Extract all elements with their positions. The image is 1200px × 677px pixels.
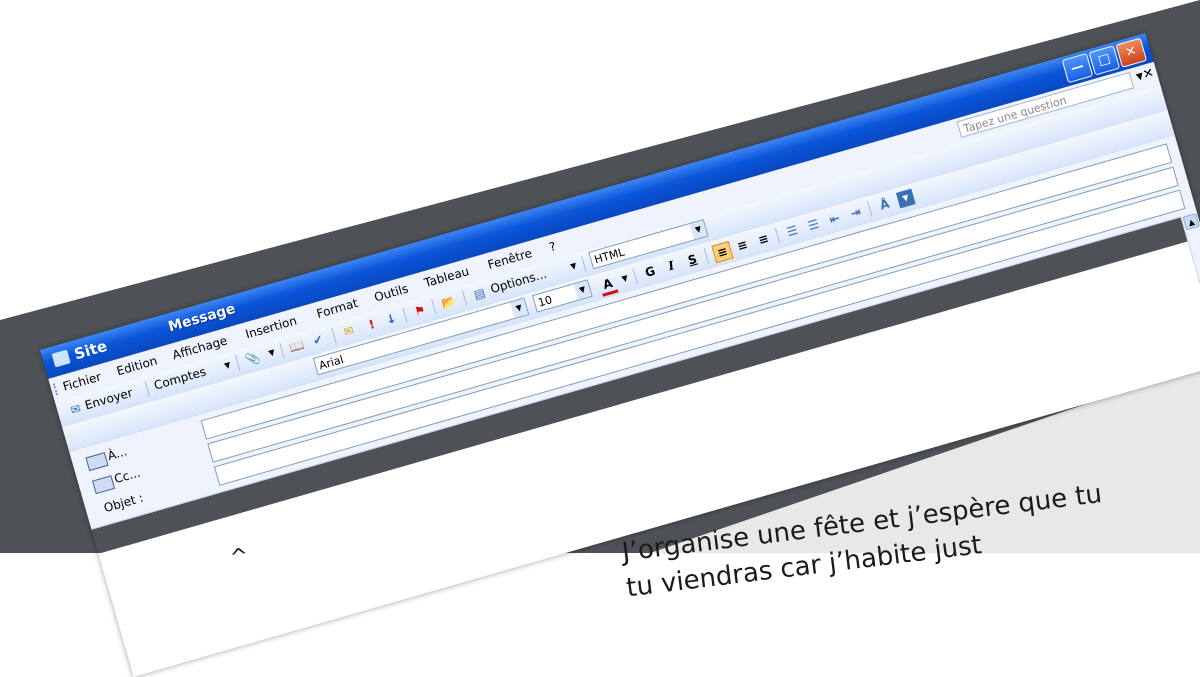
address-book-icon <box>85 452 109 472</box>
separator <box>867 200 873 217</box>
decrease-indent-icon[interactable]: ⇤ <box>825 209 845 229</box>
close-button[interactable]: ✕ <box>1115 37 1148 68</box>
align-center-icon[interactable]: ≡ <box>732 235 752 255</box>
envelope-icon: ✉ <box>69 401 83 418</box>
attach-dropdown-icon[interactable]: ▼ <box>262 343 282 363</box>
options-dropdown-icon[interactable]: ▼ <box>564 257 584 277</box>
bulleted-list-icon[interactable]: ☰ <box>804 215 824 235</box>
check-names-icon[interactable]: ✔ <box>308 330 328 350</box>
separator <box>461 290 468 306</box>
importance-low-icon[interactable]: ↓ <box>381 309 401 329</box>
paperclip-icon[interactable]: 📎 <box>243 349 263 369</box>
app-icon <box>51 349 71 368</box>
follow-up-icon[interactable]: ✉ <box>339 321 359 341</box>
separator <box>431 298 437 315</box>
accounts-dropdown-icon[interactable]: ▼ <box>218 356 238 376</box>
separator <box>331 327 337 344</box>
chevron-down-icon[interactable]: ▼ <box>689 220 708 240</box>
font-name-value: Arial <box>317 353 346 373</box>
italic-button[interactable]: I <box>661 256 681 276</box>
maximize-button[interactable]: □ <box>1088 45 1121 76</box>
options-icon: ▤ <box>472 285 487 302</box>
increase-indent-icon[interactable]: ⇥ <box>846 203 866 223</box>
scroll-up-icon[interactable]: ▲ <box>1182 213 1200 231</box>
cc-button[interactable]: Cc... <box>113 465 142 486</box>
menu-help[interactable]: ? <box>548 239 558 254</box>
align-left-icon[interactable]: ≡ <box>711 240 734 264</box>
body-accent-char: ^ <box>228 543 250 572</box>
separator <box>703 247 710 264</box>
bold-button[interactable]: G <box>640 262 660 282</box>
to-button[interactable]: À... <box>106 444 129 463</box>
address-book-icon[interactable]: 📖 <box>287 336 307 356</box>
open-folder-icon[interactable]: 📂 <box>439 293 459 313</box>
toolbar-options-icon[interactable]: ▼ <box>895 188 916 209</box>
toolbar-grip[interactable] <box>52 382 61 396</box>
align-right-icon[interactable]: ≡ <box>754 229 774 249</box>
message-format-value: HTML <box>592 245 626 267</box>
separator <box>774 227 781 244</box>
separator <box>402 307 408 323</box>
chevron-down-icon[interactable]: ▼ <box>573 280 592 300</box>
numbered-list-icon[interactable]: ☰ <box>782 221 802 241</box>
font-color-dropdown-icon[interactable]: ▼ <box>615 269 635 289</box>
subject-label: Objet : <box>102 490 145 516</box>
font-size-value: 10 <box>536 293 554 310</box>
importance-high-icon[interactable]: ! <box>362 315 382 335</box>
chevron-down-icon[interactable]: ▼ <box>510 298 529 318</box>
app-name: Site <box>72 336 110 364</box>
address-book-icon <box>92 475 116 495</box>
minimize-button[interactable]: — <box>1061 52 1094 84</box>
separator <box>144 381 151 397</box>
flag-icon[interactable]: ⚑ <box>410 301 430 321</box>
spelling-icon[interactable]: Å <box>875 195 895 215</box>
underline-button[interactable]: S <box>682 250 702 270</box>
